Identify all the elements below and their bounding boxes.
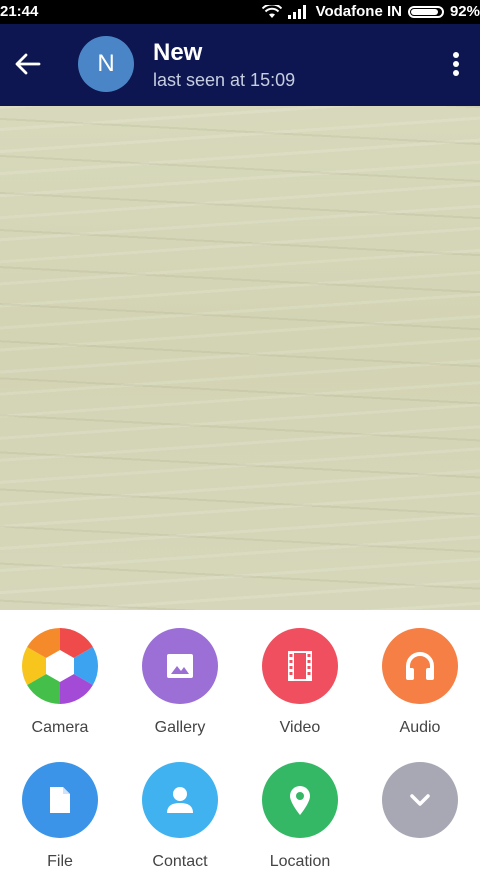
attach-video[interactable]: Video (240, 628, 360, 737)
attach-gallery[interactable]: Gallery (120, 628, 240, 737)
last-seen-status: last seen at 15:09 (153, 70, 296, 90)
attach-location[interactable]: Location (240, 762, 360, 871)
more-options-button[interactable] (438, 46, 474, 82)
attach-camera[interactable]: Camera (0, 628, 120, 737)
attach-label: Contact (152, 853, 208, 870)
chevron-down-icon (382, 762, 458, 838)
map-pin-icon (262, 762, 338, 838)
attach-contact[interactable]: Contact (120, 762, 240, 871)
arrow-left-icon (15, 53, 41, 75)
collapse-button[interactable] (360, 762, 480, 838)
attach-audio[interactable]: Audio (360, 628, 480, 737)
more-vert-icon (453, 52, 459, 76)
attach-file[interactable]: File (0, 762, 120, 871)
status-time: 21:44 (0, 3, 39, 20)
signal-icon (287, 4, 310, 19)
avatar[interactable]: N (78, 36, 134, 92)
carrier-name: Vodafone IN (315, 3, 402, 20)
attach-label: Audio (399, 719, 441, 736)
attach-label: Location (269, 853, 331, 870)
headphones-icon (382, 628, 458, 704)
status-bar: 21:44 Vodafone IN 92% (0, 0, 480, 24)
battery-percent: 92% (449, 3, 480, 20)
battery-icon (407, 5, 444, 18)
attach-label: Video (279, 719, 321, 736)
attach-label: Gallery (154, 719, 206, 736)
contact-name[interactable]: New (153, 39, 202, 67)
file-icon (22, 762, 98, 838)
wifi-icon (261, 4, 282, 19)
avatar-letter: N (97, 50, 115, 77)
attach-label: File (47, 853, 73, 870)
chat-wallpaper (0, 106, 480, 610)
battery-level (410, 8, 439, 15)
person-icon (142, 762, 218, 838)
image-icon (142, 628, 218, 704)
camera-aperture-icon (22, 628, 98, 704)
film-icon (262, 628, 338, 704)
attach-label: Camera (31, 719, 89, 736)
back-button[interactable] (10, 46, 46, 82)
status-indicators: Vodafone IN 92% (261, 3, 480, 20)
chat-header: N New last seen at 15:09 (0, 24, 480, 106)
attachment-panel: Camera Gallery Video Audio File Contact … (0, 610, 480, 878)
